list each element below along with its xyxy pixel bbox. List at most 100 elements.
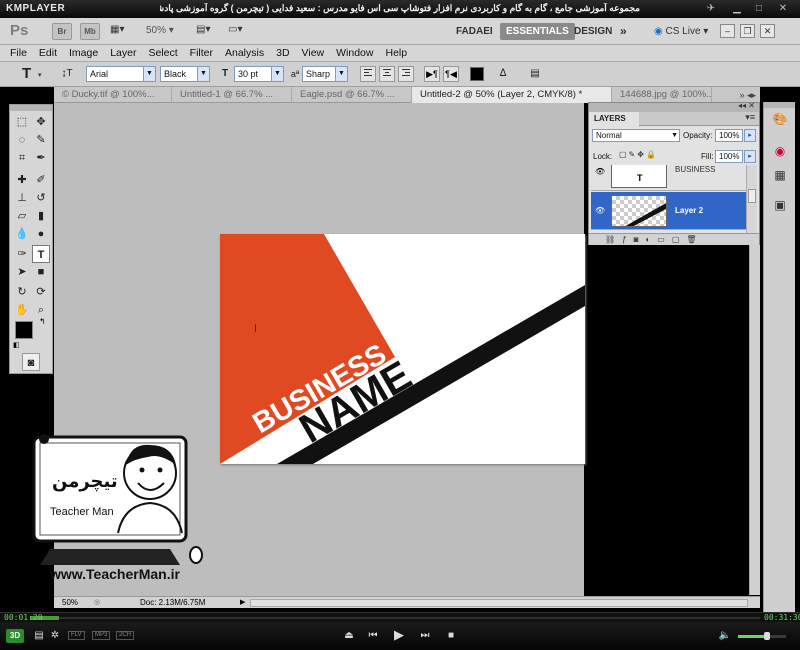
speaker-icon[interactable]: 🔈 (718, 629, 732, 643)
mini-bridge-button[interactable]: Mb (80, 23, 100, 40)
document-canvas[interactable]: BUSINESS NAME (220, 234, 585, 464)
workspace-essentials[interactable]: ESSENTIALS (500, 23, 575, 40)
marquee-tool-icon[interactable]: ⬚ (13, 113, 31, 131)
cs-live-button[interactable]: ◉ CS Live ▾ (654, 23, 708, 40)
quick-mask-icon[interactable]: ◙ (22, 353, 40, 371)
swap-colors-icon[interactable]: ↰ (39, 317, 46, 326)
bridge-button[interactable]: Br (52, 23, 72, 40)
menu-layer[interactable]: Layer (110, 45, 136, 61)
menu-3d[interactable]: 3D (276, 45, 289, 61)
text-orientation-icon[interactable]: ↨T (60, 67, 74, 81)
tab-untitled-1[interactable]: Untitled-1 @ 66.7% ... (172, 87, 292, 103)
path-selection-tool-icon[interactable]: ➤ (13, 263, 31, 281)
tab-eagle[interactable]: Eagle.psd @ 66.7% ... (292, 87, 412, 103)
layer-row-layer-2[interactable]: 👁 Layer 2 (591, 192, 757, 230)
palette-icon[interactable]: 🎨 (770, 110, 790, 128)
screen-mode-icon[interactable]: ▭▾ (228, 24, 242, 35)
ps-restore-button[interactable]: ❐ (740, 24, 755, 38)
healing-brush-tool-icon[interactable]: ✚ (13, 171, 31, 189)
visibility-eye-icon[interactable]: 👁 (595, 206, 605, 215)
menu-view[interactable]: View (302, 45, 325, 61)
previous-icon[interactable]: ⏮ (366, 629, 380, 643)
color-wheel-icon[interactable]: ◉ (770, 142, 790, 160)
crop-tool-icon[interactable]: ⌗ (13, 149, 31, 167)
tab-untitled-2[interactable]: Untitled-2 @ 50% (Layer 2, CMYK/8) * (412, 87, 612, 103)
font-size-select[interactable]: 30 pt ▼ (234, 66, 284, 82)
tab-ducky[interactable]: © Ducky.tif @ 100%... (54, 87, 172, 103)
character-panel-icon[interactable]: ▤ (528, 67, 542, 81)
fill-slider-button[interactable]: ▸ (744, 150, 756, 163)
play-icon[interactable]: ▶ (392, 628, 406, 642)
text-color-swatch[interactable] (470, 67, 484, 81)
quick-selection-tool-icon[interactable]: ✎ (32, 131, 50, 149)
styles-icon[interactable]: ▣ (770, 196, 790, 214)
foreground-color-swatch[interactable] (15, 321, 33, 339)
pin-icon[interactable]: ✈ (704, 3, 718, 15)
warp-text-icon[interactable]: ᐃ (496, 67, 510, 81)
eyedropper-tool-icon[interactable]: ✒ (32, 149, 50, 167)
type-tool-icon[interactable]: T (32, 245, 50, 263)
close-icon[interactable]: ✕ (776, 3, 790, 15)
minimize-icon[interactable]: ▁ (730, 3, 744, 15)
maximize-icon[interactable]: □ (752, 3, 766, 15)
zoom-level-dropdown[interactable]: 50% ▾ (146, 25, 174, 36)
layer-row-business[interactable]: 👁 T BUSINESS (591, 165, 757, 191)
workspace-fadaei[interactable]: FADAEI (450, 23, 499, 40)
menu-window[interactable]: Window (336, 45, 373, 61)
panel-menu-icon[interactable]: ▾≡ (745, 112, 755, 123)
tool-preset-dropdown-icon[interactable]: ▾ (38, 71, 42, 79)
workspace-design[interactable]: DESIGN (568, 23, 618, 40)
align-right-button[interactable] (398, 66, 414, 82)
menu-image[interactable]: Image (69, 45, 98, 61)
rectangle-tool-icon[interactable]: ■ (32, 263, 50, 281)
ps-close-button[interactable]: ✕ (760, 24, 775, 38)
menu-select[interactable]: Select (148, 45, 177, 61)
3d-icon[interactable]: 3D (6, 629, 24, 643)
collapse-panel-icon[interactable]: ◂◂ ✕ (738, 101, 755, 110)
opacity-input[interactable]: 100% (715, 129, 743, 142)
visibility-eye-icon[interactable]: 👁 (595, 167, 605, 176)
menu-file[interactable]: File (10, 45, 27, 61)
history-brush-tool-icon[interactable]: ↺ (32, 189, 50, 207)
pen-tool-icon[interactable]: ✑ (13, 245, 31, 263)
status-menu-arrow-icon[interactable]: ▶ (240, 597, 245, 608)
ps-minimize-button[interactable]: – (720, 24, 735, 38)
arrange-documents-icon[interactable]: ▤▾ (196, 24, 210, 35)
more-workspaces-icon[interactable]: » (620, 24, 627, 38)
status-info-icon[interactable]: ◎ (94, 598, 100, 606)
default-colors-icon[interactable]: ◧ (13, 341, 20, 349)
clone-stamp-tool-icon[interactable]: ⊥ (13, 189, 31, 207)
horizontal-scrollbar[interactable] (250, 599, 748, 607)
status-zoom[interactable]: 50% (62, 597, 78, 608)
brush-tool-icon[interactable]: ✐ (32, 171, 50, 189)
next-icon[interactable]: ⏭ (418, 629, 432, 643)
lock-icons[interactable]: ▢✎✥🔒 (619, 150, 658, 159)
stop-icon[interactable]: ■ (444, 629, 458, 643)
view-extras-icon[interactable]: ▦▾ (110, 24, 130, 39)
paragraph-rtl-button[interactable]: ¶◀ (443, 66, 459, 82)
align-left-button[interactable] (360, 66, 376, 82)
swatches-icon[interactable]: ▦ (770, 166, 790, 184)
layers-footer-buttons[interactable]: ⛓ƒ◙◐▭▢🗑 (589, 233, 759, 245)
blur-tool-icon[interactable]: 💧 (13, 225, 31, 243)
vertical-scrollbar[interactable] (749, 245, 760, 595)
lasso-tool-icon[interactable]: ◌ (13, 131, 31, 149)
menu-filter[interactable]: Filter (190, 45, 213, 61)
seek-bar[interactable] (0, 612, 800, 622)
layers-tab[interactable]: LAYERS (589, 112, 639, 126)
align-center-button[interactable] (379, 66, 395, 82)
menu-edit[interactable]: Edit (39, 45, 57, 61)
antialias-select[interactable]: Sharp ▼ (302, 66, 348, 82)
eject-icon[interactable]: ⏏ (342, 629, 356, 643)
hand-tool-icon[interactable]: ✋ (13, 301, 31, 319)
type-tool-preset-icon[interactable]: T (22, 65, 31, 82)
fill-input[interactable]: 100% (715, 150, 743, 163)
tab-144688-visible[interactable]: 144688.jpg @ 100%... (612, 87, 712, 103)
eraser-tool-icon[interactable]: ▱ (13, 207, 31, 225)
opacity-slider-button[interactable]: ▸ (744, 129, 756, 142)
layers-scrollbar[interactable] (746, 165, 757, 233)
settings-icon[interactable]: ✲ (48, 629, 62, 643)
blend-mode-select[interactable]: Normal ▼ (592, 129, 680, 142)
3d-orbit-tool-icon[interactable]: ⟳ (32, 283, 50, 301)
volume-knob[interactable] (764, 632, 770, 640)
